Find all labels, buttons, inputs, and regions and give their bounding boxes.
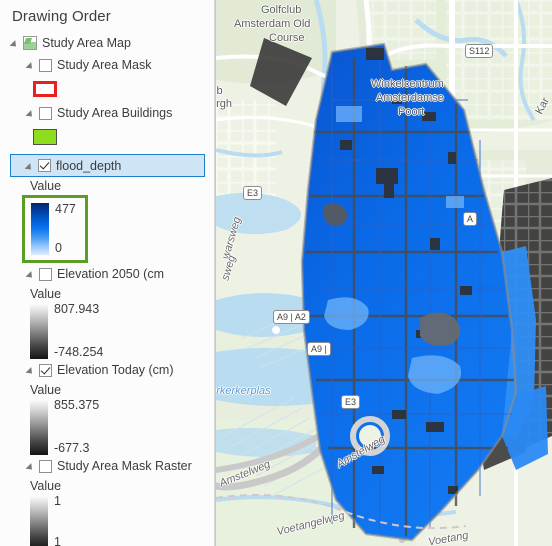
layer-visibility-checkbox[interactable]	[38, 159, 51, 172]
legend-ramp-elevation-2050: 807.943 -748.254	[0, 303, 214, 359]
layer-name: Study Area Map	[42, 36, 131, 50]
ramp-max-label: 855.375	[54, 398, 100, 412]
layer-name: Study Area Mask Raster	[57, 459, 192, 473]
expander-icon[interactable]	[26, 54, 39, 76]
layer-name: Study Area Buildings	[57, 106, 173, 120]
ramp-labels: 855.375 -677.3	[48, 399, 99, 455]
map-view[interactable]: Golfclub Amsterdam Old Course Winkelcent…	[215, 0, 552, 546]
legend-heading-elevation-2050: Value	[30, 287, 62, 301]
road-shield-e3-lower: E3	[341, 395, 361, 409]
ramp-max-label: 1	[54, 494, 61, 508]
fill-swatch	[33, 129, 57, 145]
layer-name: Elevation 2050 (cm	[57, 267, 165, 281]
expander-icon[interactable]	[26, 455, 39, 477]
layer-visibility-checkbox[interactable]	[39, 267, 52, 281]
legend-heading-mask-raster: Value	[30, 479, 62, 493]
legend-ramp-mask-raster: 1 1	[0, 495, 214, 546]
layer-name: Elevation Today (cm)	[57, 363, 174, 377]
layer-row-elevation-today[interactable]: Elevation Today (cm)	[0, 359, 214, 381]
road-shield-a9: A9 |	[307, 342, 331, 356]
legend-ramp-flood-depth: 477 0	[22, 195, 88, 263]
ramp-min-label: 1	[54, 535, 61, 546]
legend-symbol-study-area-buildings	[0, 124, 214, 150]
road-shield-a9-a2: A9 | A2	[273, 310, 310, 324]
layer-visibility-checkbox[interactable]	[39, 58, 52, 72]
color-ramp	[30, 303, 48, 359]
ramp-min-label: -677.3	[54, 441, 90, 455]
layer-row-study-area-mask-raster[interactable]: Study Area Mask Raster	[0, 455, 214, 477]
ramp-max-label: 477	[55, 202, 76, 216]
ramp-min-label: -748.254	[54, 345, 104, 359]
road-shield-s112: S112	[465, 44, 494, 58]
expander-icon[interactable]	[10, 32, 23, 54]
arcgis-contents-and-map: Drawing Order Study Area Map Study Area …	[0, 0, 552, 546]
layer-row-study-area-map[interactable]: Study Area Map	[0, 32, 214, 54]
map-thumbnail-icon	[23, 36, 37, 50]
layer-visibility-checkbox[interactable]	[39, 363, 52, 377]
layer-row-study-area-buildings[interactable]: Study Area Buildings	[0, 102, 214, 124]
layer-row-study-area-mask[interactable]: Study Area Mask	[0, 54, 214, 76]
ramp-labels: 1 1	[48, 495, 61, 546]
layer-row-elevation-2050[interactable]: Elevation 2050 (cm	[0, 263, 214, 285]
ramp-labels: 477 0	[49, 203, 76, 255]
expander-icon[interactable]	[26, 102, 39, 124]
expander-icon[interactable]	[25, 155, 38, 177]
layer-name: flood_depth	[56, 158, 122, 173]
road-shield-e3-upper: E3	[243, 186, 263, 200]
road-shield-a: A	[463, 212, 478, 226]
legend-ramp-elevation-today: 855.375 -677.3	[0, 399, 214, 455]
layer-row-flood-depth[interactable]: flood_depth	[10, 154, 205, 177]
legend-symbol-study-area-mask	[0, 76, 214, 102]
contents-panel: Drawing Order Study Area Map Study Area …	[0, 0, 215, 546]
page-title: Drawing Order	[12, 8, 111, 25]
color-ramp	[30, 399, 48, 455]
legend-heading-elevation-today: Value	[30, 383, 62, 397]
layer-visibility-checkbox[interactable]	[39, 459, 52, 473]
expander-icon[interactable]	[26, 263, 39, 285]
map-canvas	[216, 0, 552, 546]
layer-visibility-checkbox[interactable]	[39, 106, 52, 120]
outline-swatch	[33, 81, 57, 97]
expander-icon[interactable]	[26, 359, 39, 381]
layer-name: Study Area Mask	[57, 58, 152, 72]
ramp-min-label: 0	[55, 241, 62, 255]
color-ramp	[30, 495, 48, 546]
legend-heading-flood-depth: Value	[30, 179, 62, 193]
ramp-max-label: 807.943	[54, 302, 100, 316]
ramp-labels: 807.943 -748.254	[48, 303, 103, 359]
color-ramp	[31, 203, 49, 255]
